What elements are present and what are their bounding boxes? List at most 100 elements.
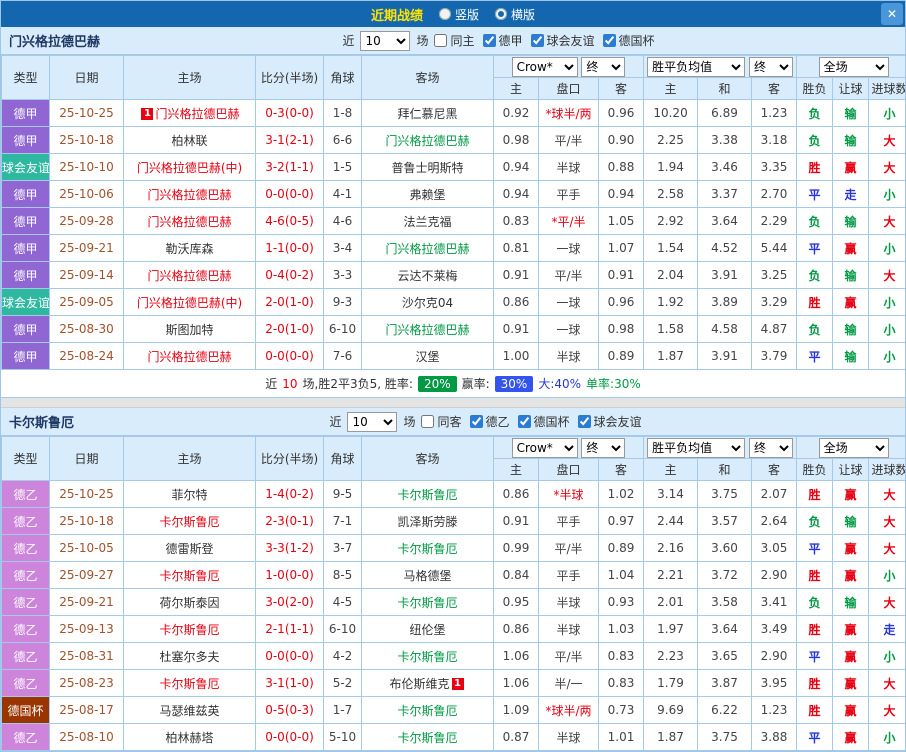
home-team-cell: 菲尔特 [124, 481, 256, 508]
handicap-cell: *平/半 [539, 208, 599, 235]
score-cell: 0-0(0-0) [256, 181, 324, 208]
close-button[interactable]: ✕ [881, 3, 903, 25]
match-type-cell: 德甲 [2, 316, 50, 343]
team-link[interactable]: 卡尔斯鲁厄 [397, 731, 457, 745]
team-link[interactable]: 纽伦堡 [409, 623, 445, 637]
col-handicap: 盘口 [539, 459, 599, 481]
vertical-radio-label: 竖版 [455, 6, 479, 23]
team-link[interactable]: 卡尔斯鲁厄 [159, 677, 219, 691]
team-link[interactable]: 拜仁慕尼黑 [397, 107, 457, 121]
team-link[interactable]: 卡尔斯鲁厄 [397, 596, 457, 610]
avg-final-select[interactable]: 终 [749, 57, 793, 77]
layout-horizontal-radio[interactable]: 横版 [495, 6, 535, 23]
near-label: 近 [342, 32, 354, 49]
team-link[interactable]: 卡尔斯鲁厄 [397, 488, 457, 502]
team-link[interactable]: 柏林联 [171, 134, 207, 148]
checkbox-input[interactable] [518, 415, 531, 428]
team-link[interactable]: 荷尔斯泰因 [159, 596, 219, 610]
team-link[interactable]: 门兴格拉德巴赫 [147, 188, 231, 202]
fullmatch-select[interactable]: 全场 [819, 57, 889, 77]
team-link[interactable]: 云达不莱梅 [397, 269, 457, 283]
filter-checkbox-同客[interactable]: 同客 [421, 413, 461, 430]
checkbox-input[interactable] [421, 415, 434, 428]
filter-checkbox-德乙[interactable]: 德乙 [470, 413, 510, 430]
team-link[interactable]: 卡尔斯鲁厄 [397, 542, 457, 556]
checkbox-input[interactable] [434, 34, 447, 47]
filter-checkbox-德甲[interactable]: 德甲 [483, 32, 523, 49]
team-link[interactable]: 卡尔斯鲁厄 [159, 515, 219, 529]
avg-final-select[interactable]: 终 [749, 438, 793, 458]
handicap-cell: 平/半 [539, 262, 599, 289]
team-link[interactable]: 门兴格拉德巴赫 [147, 215, 231, 229]
checkbox-input[interactable] [603, 34, 616, 47]
fullmatch-select[interactable]: 全场 [819, 438, 889, 458]
col-wdl: 胜负 [797, 459, 833, 481]
team-link[interactable]: 门兴格拉德巴赫 [385, 323, 469, 337]
team-link[interactable]: 卡尔斯鲁厄 [397, 704, 457, 718]
layout-vertical-radio[interactable]: 竖版 [439, 6, 479, 23]
avg-odds-select[interactable]: 胜平负均值 [647, 57, 745, 77]
match-count-select[interactable]: 10 [360, 31, 410, 51]
team-link[interactable]: 布伦斯维克 [389, 677, 449, 691]
team-link[interactable]: 门兴格拉德巴赫(中) [137, 161, 242, 175]
team-link[interactable]: 马瑟维兹英 [159, 704, 219, 718]
away-team-cell: 法兰克福 [362, 208, 494, 235]
result-handicap-cell: 赢 [833, 154, 869, 181]
team-link[interactable]: 菲尔特 [171, 488, 207, 502]
team-link[interactable]: 普鲁士明斯特 [391, 161, 463, 175]
team-link[interactable]: 凯泽斯劳滕 [397, 515, 457, 529]
section-divider [1, 398, 905, 408]
team-link[interactable]: 门兴格拉德巴赫 [147, 269, 231, 283]
team-link[interactable]: 德雷斯登 [165, 542, 213, 556]
handicap-cell: 半球 [539, 154, 599, 181]
away-team-cell: 云达不莱梅 [362, 262, 494, 289]
team-link[interactable]: 柏林赫塔 [165, 731, 213, 745]
checkbox-input[interactable] [470, 415, 483, 428]
result-goals-cell: 大 [869, 535, 906, 562]
team-link[interactable]: 弗赖堡 [409, 188, 445, 202]
avg-away-cell: 3.29 [752, 289, 797, 316]
team-link[interactable]: 门兴格拉德巴赫 [385, 134, 469, 148]
team-link[interactable]: 门兴格拉德巴赫(中) [137, 296, 242, 310]
away-team-cell: 门兴格拉德巴赫 [362, 316, 494, 343]
team-section-header: 门兴格拉德巴赫 近 10 场 同主德甲球会友谊德国杯 [1, 27, 905, 55]
team-link[interactable]: 汉堡 [415, 350, 439, 364]
result-goals-cell: 大 [869, 208, 906, 235]
team-link[interactable]: 卡尔斯鲁厄 [397, 650, 457, 664]
checkbox-input[interactable] [483, 34, 496, 47]
checkbox-input[interactable] [531, 34, 544, 47]
col-avg-away: 客 [752, 459, 797, 481]
team-link[interactable]: 沙尔克04 [402, 296, 453, 310]
team-link[interactable]: 勒沃库森 [165, 242, 213, 256]
filter-checkbox-球会友谊[interactable]: 球会友谊 [578, 413, 642, 430]
team-link[interactable]: 门兴格拉德巴赫 [155, 107, 239, 121]
match-type-cell: 德甲 [2, 235, 50, 262]
team-link[interactable]: 斯图加特 [165, 323, 213, 337]
avg-draw-cell: 4.58 [698, 316, 752, 343]
avg-odds-select[interactable]: 胜平负均值 [647, 438, 745, 458]
checkbox-input[interactable] [578, 415, 591, 428]
team-link[interactable]: 法兰克福 [403, 215, 451, 229]
match-count-select[interactable]: 10 [347, 412, 397, 432]
team-link[interactable]: 杜塞尔多夫 [159, 650, 219, 664]
odds-home-cell: 0.84 [494, 562, 539, 589]
team-link[interactable]: 卡尔斯鲁厄 [159, 623, 219, 637]
match-date-cell: 25-08-23 [50, 670, 124, 697]
score-cell: 0-0(0-0) [256, 724, 324, 751]
corner-cell: 6-6 [324, 127, 362, 154]
filter-checkbox-同主[interactable]: 同主 [434, 32, 474, 49]
odds-company-select[interactable]: Crow* [512, 438, 578, 458]
match-date-cell: 25-09-28 [50, 208, 124, 235]
odds-final-select[interactable]: 终 [581, 57, 625, 77]
filter-checkbox-球会友谊[interactable]: 球会友谊 [531, 32, 595, 49]
home-team-cell: 荷尔斯泰因 [124, 589, 256, 616]
odds-final-select[interactable]: 终 [581, 438, 625, 458]
team-link[interactable]: 门兴格拉德巴赫 [147, 350, 231, 364]
filter-checkbox-德国杯[interactable]: 德国杯 [518, 413, 570, 430]
team-link[interactable]: 门兴格拉德巴赫 [385, 242, 469, 256]
filter-checkbox-德国杯[interactable]: 德国杯 [603, 32, 655, 49]
odds-company-select[interactable]: Crow* [512, 57, 578, 77]
corner-cell: 4-5 [324, 589, 362, 616]
team-link[interactable]: 卡尔斯鲁厄 [159, 569, 219, 583]
team-link[interactable]: 马格德堡 [403, 569, 451, 583]
